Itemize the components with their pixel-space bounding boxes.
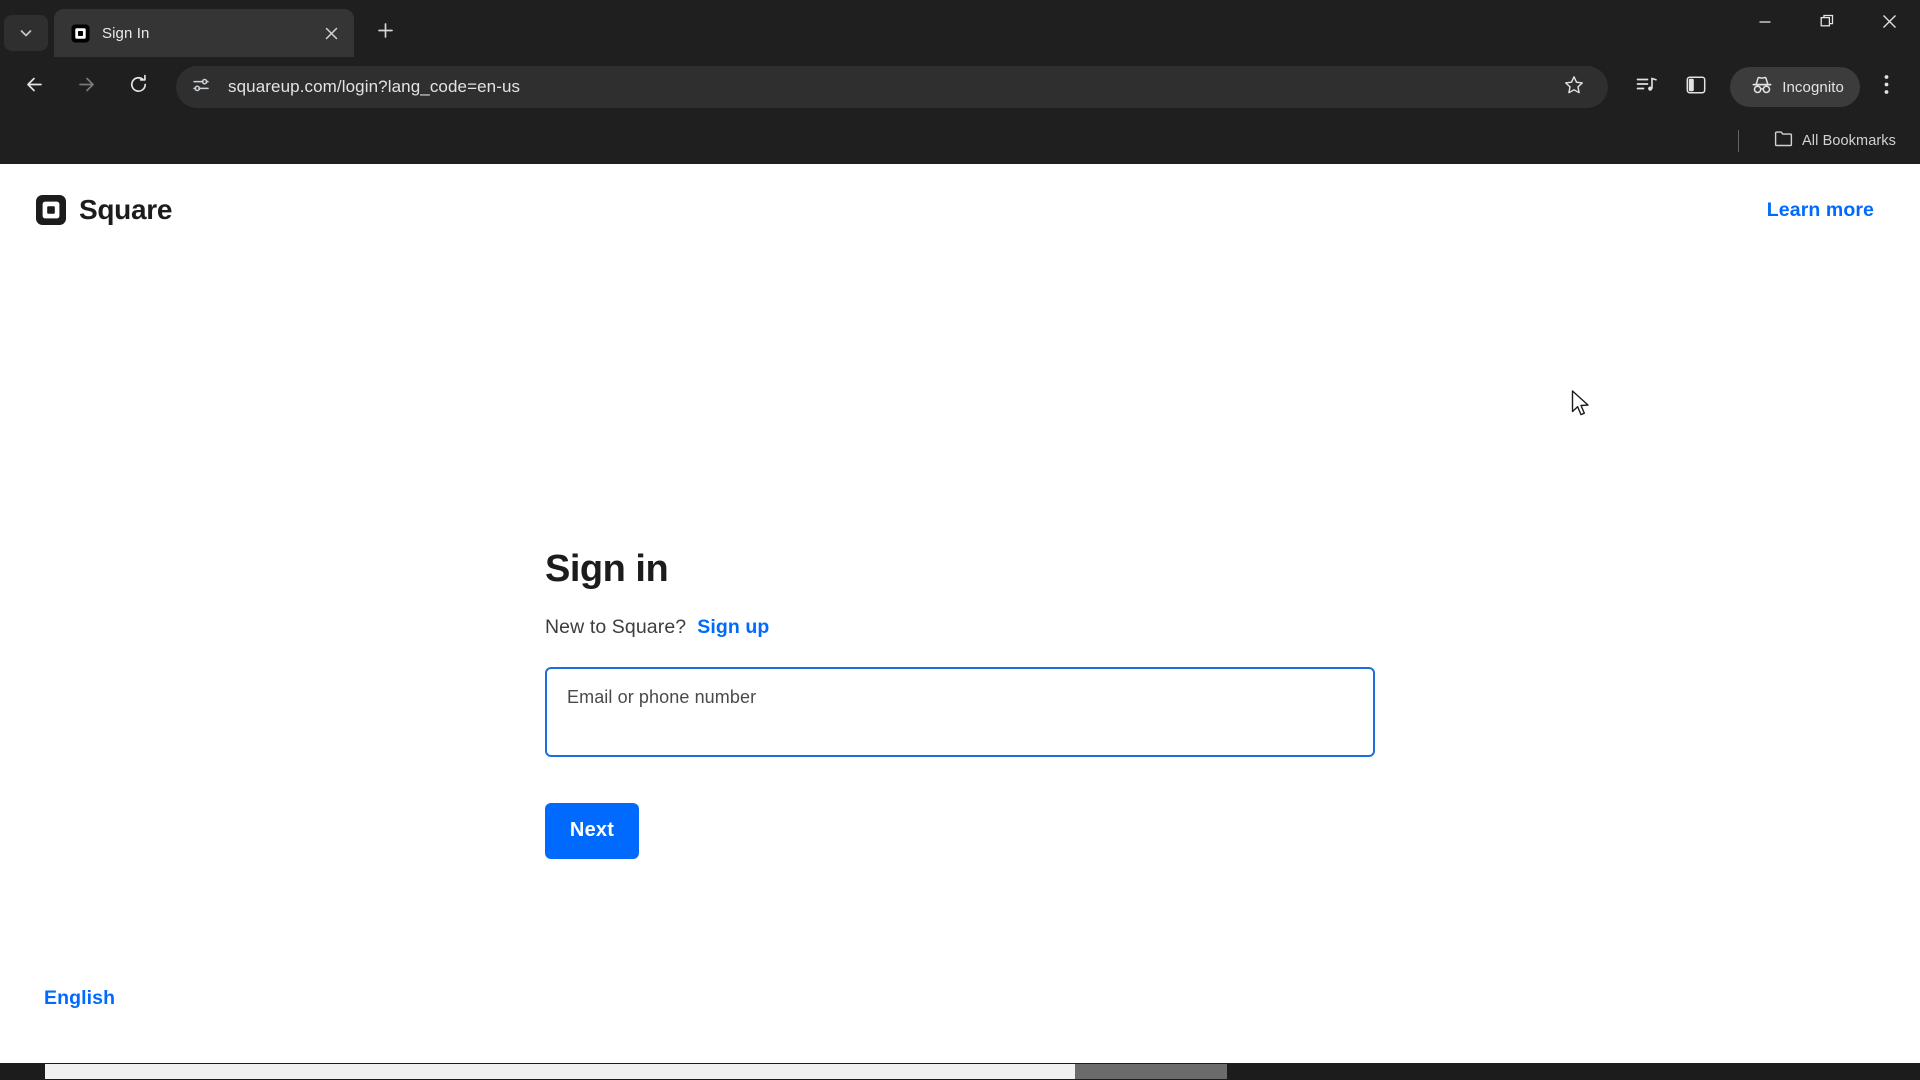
bookmarks-divider bbox=[1738, 129, 1740, 152]
chevron-down-icon bbox=[18, 25, 34, 41]
reload-icon bbox=[128, 74, 149, 100]
forward-button[interactable] bbox=[64, 65, 108, 109]
brand-name: Square bbox=[79, 194, 173, 225]
reload-button[interactable] bbox=[116, 65, 160, 109]
tab-strip: Sign In bbox=[0, 0, 1920, 57]
tab-close-icon[interactable] bbox=[318, 20, 344, 46]
square-brand-logo[interactable]: Square bbox=[36, 194, 172, 226]
browser-toolbar: squareup.com/login?lang_code=en-us Incog… bbox=[0, 57, 1920, 117]
browser-menu-button[interactable] bbox=[1866, 65, 1906, 109]
all-bookmarks-label: All Bookmarks bbox=[1802, 132, 1896, 149]
horizontal-scrollbar-thumb[interactable] bbox=[45, 1064, 1075, 1079]
new-tab-button[interactable] bbox=[368, 16, 402, 50]
email-or-phone-input[interactable] bbox=[567, 716, 1353, 747]
horizontal-scrollbar-thumb-secondary[interactable] bbox=[1075, 1064, 1227, 1079]
media-playlist-icon bbox=[1636, 75, 1657, 100]
learn-more-link[interactable]: Learn more bbox=[1767, 199, 1874, 222]
star-icon bbox=[1564, 75, 1584, 100]
window-close-button[interactable] bbox=[1858, 0, 1920, 48]
maximize-button[interactable] bbox=[1796, 0, 1858, 48]
bookmark-button[interactable] bbox=[1554, 67, 1594, 107]
incognito-label: Incognito bbox=[1782, 78, 1844, 96]
language-selector-link[interactable]: English bbox=[44, 987, 115, 1010]
address-bar[interactable]: squareup.com/login?lang_code=en-us bbox=[176, 66, 1609, 108]
page-title: Sign in bbox=[545, 548, 669, 590]
signup-prompt: New to Square? Sign up bbox=[545, 616, 1375, 639]
side-panel-button[interactable] bbox=[1674, 65, 1718, 109]
mouse-cursor bbox=[1571, 390, 1593, 420]
page-content: Square Learn more Sign in New to Square?… bbox=[0, 164, 1920, 1080]
square-favicon-icon bbox=[70, 23, 90, 43]
email-or-phone-field[interactable]: Email or phone number bbox=[545, 666, 1375, 757]
tune-icon bbox=[192, 76, 210, 99]
signin-form: Sign in New to Square? Sign up Email or … bbox=[545, 548, 1375, 859]
arrow-left-icon bbox=[24, 74, 45, 100]
minimize-button[interactable] bbox=[1734, 0, 1796, 48]
square-logo-icon bbox=[36, 195, 66, 225]
page-header: Square Learn more bbox=[0, 164, 1920, 226]
site-info-button[interactable] bbox=[184, 70, 218, 104]
horizontal-scrollbar[interactable] bbox=[0, 1063, 1920, 1080]
url-text: squareup.com/login?lang_code=en-us bbox=[228, 77, 521, 96]
side-panel-icon bbox=[1686, 75, 1706, 100]
media-control-button[interactable] bbox=[1624, 65, 1668, 109]
plus-icon bbox=[377, 22, 394, 44]
bookmarks-bar: All Bookmarks bbox=[0, 117, 1920, 164]
window-controls bbox=[1734, 0, 1920, 48]
next-button[interactable]: Next bbox=[545, 802, 639, 859]
back-button[interactable] bbox=[12, 65, 56, 109]
three-dot-menu-icon bbox=[1884, 74, 1889, 100]
arrow-right-icon bbox=[76, 74, 97, 100]
browser-tab[interactable]: Sign In bbox=[54, 9, 354, 57]
incognito-indicator[interactable]: Incognito bbox=[1730, 67, 1860, 107]
sign-up-link[interactable]: Sign up bbox=[697, 616, 769, 639]
signup-prompt-text: New to Square? bbox=[545, 615, 687, 638]
restore-icon bbox=[1820, 14, 1835, 34]
close-icon bbox=[1882, 14, 1897, 34]
folder-icon bbox=[1774, 130, 1793, 151]
all-bookmarks-button[interactable]: All Bookmarks bbox=[1755, 125, 1906, 157]
tab-title: Sign In bbox=[102, 24, 150, 42]
browser-window: Sign In squareup.com/login?lang_code=en-… bbox=[0, 0, 1920, 1080]
incognito-icon bbox=[1751, 75, 1773, 99]
tab-search-button[interactable] bbox=[4, 15, 48, 51]
minimize-icon bbox=[1758, 15, 1772, 34]
email-or-phone-label: Email or phone number bbox=[567, 686, 757, 707]
